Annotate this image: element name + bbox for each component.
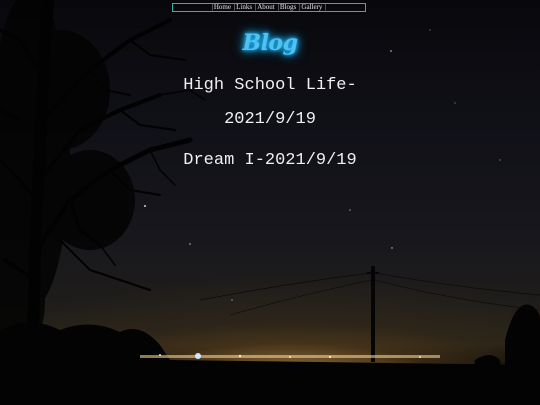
top-nav-bar: |Home |Links |About |Blogs |Gallery | — [172, 3, 366, 12]
page-title: Blog — [242, 30, 298, 56]
nav-link-about[interactable]: About — [257, 3, 275, 11]
nav-link-home[interactable]: Home — [214, 3, 231, 11]
blog-entry-link-high-school-life[interactable]: High School Life- — [0, 76, 540, 95]
blog-entry-link-dream-i[interactable]: Dream I-2021/9/19 — [0, 151, 540, 170]
page-background: |Home |Links |About |Blogs |Gallery | Bl… — [0, 0, 540, 405]
nav-link-gallery[interactable]: Gallery — [301, 3, 322, 11]
telegraph-pole — [199, 266, 540, 362]
nav-link-blogs[interactable]: Blogs — [280, 3, 296, 11]
horizon-bushes — [0, 304, 540, 405]
town-lights — [140, 353, 440, 359]
nav-separator: | — [325, 3, 327, 11]
blog-entry-link-high-school-life-date[interactable]: 2021/9/19 — [0, 110, 540, 129]
night-landscape-image — [0, 0, 540, 405]
nav-link-links[interactable]: Links — [236, 3, 252, 11]
